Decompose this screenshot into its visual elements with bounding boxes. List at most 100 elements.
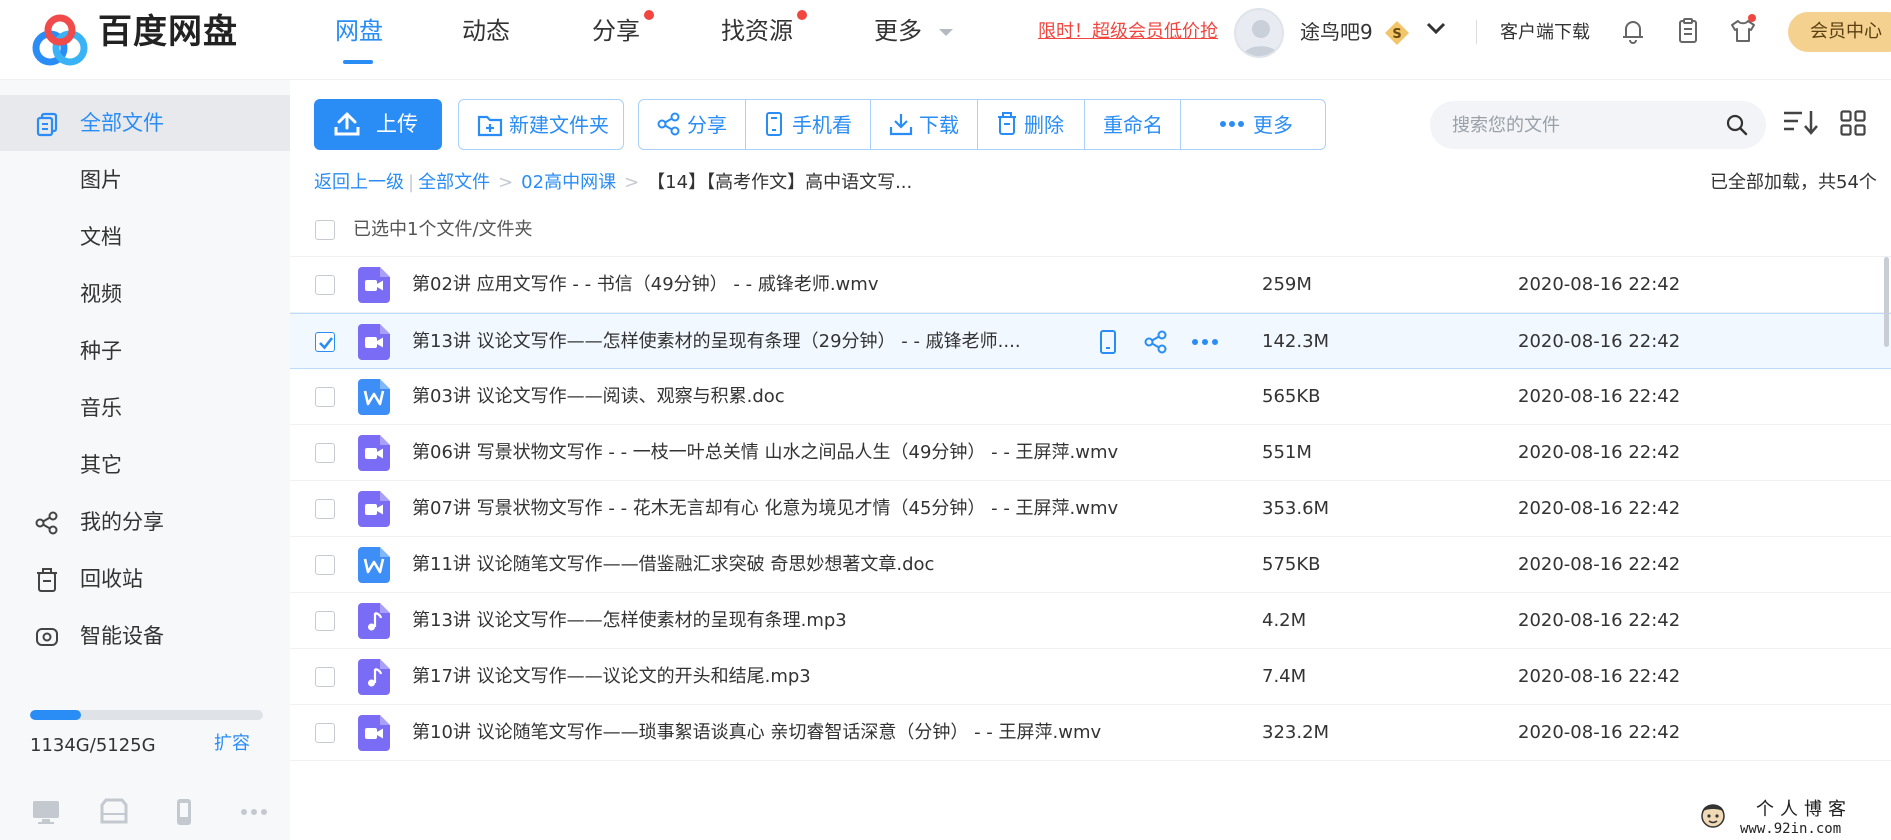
client-download-link[interactable]: 客户端下载 xyxy=(1500,20,1590,46)
nav-more-caret-icon[interactable] xyxy=(938,28,954,38)
file-size: 551M xyxy=(1262,442,1312,463)
search-icon[interactable] xyxy=(1726,114,1748,136)
table-row[interactable]: 第17讲 议论文写作——议论文的开头和结尾.mp3 7.4M 2020-08-16 … xyxy=(290,649,1891,705)
more-actions-button[interactable]: 更多 xyxy=(1181,100,1326,149)
share-button[interactable]: 分享 xyxy=(639,100,745,149)
list-scrollbar[interactable] xyxy=(1884,257,1889,347)
video-file-icon xyxy=(358,324,390,360)
sidebar-item-images[interactable]: 图片 xyxy=(0,152,290,208)
file-name[interactable]: 第11讲 议论随笔文写作——借鉴融汇求突破 奇思妙想著文章.doc xyxy=(412,552,934,578)
more-dots-icon[interactable] xyxy=(238,797,270,827)
audio-file-icon xyxy=(358,659,390,695)
bell-icon[interactable] xyxy=(1618,16,1648,46)
select-all-checkbox[interactable] xyxy=(315,220,335,240)
mobile-phone-icon[interactable] xyxy=(168,797,200,827)
row-more-icon[interactable] xyxy=(1191,338,1219,346)
username[interactable]: 途鸟吧9 xyxy=(1300,18,1373,46)
nav-share[interactable]: 分享 xyxy=(592,14,640,48)
row-checkbox[interactable] xyxy=(315,387,335,407)
computer-icon[interactable] xyxy=(30,797,62,827)
sort-icon[interactable] xyxy=(1782,108,1820,136)
row-checkbox[interactable] xyxy=(315,611,335,631)
watermark-title: 个人博客 xyxy=(1756,799,1852,820)
expand-storage-link[interactable]: 扩容 xyxy=(214,732,250,756)
nav-find-resources[interactable]: 找资源 xyxy=(721,14,793,48)
sidebar-item-label: 视频 xyxy=(80,282,122,306)
table-row[interactable]: 第10讲 议论随笔文写作——琐事絮语谈真心 亲切睿智话深意（分钟） - - 王屏… xyxy=(290,705,1891,761)
sidebar-item-torrents[interactable]: 种子 xyxy=(0,323,290,379)
table-row[interactable]: 第13讲 议论文写作——怎样使素材的呈现有条理（29分钟） - - 戚锋老师..… xyxy=(290,313,1891,369)
user-menu-chevron-icon[interactable] xyxy=(1426,22,1446,36)
vip-badge-letter: S xyxy=(1392,27,1401,42)
upload-button[interactable]: 上传 xyxy=(314,99,442,150)
file-date: 2020-08-16 22:42 xyxy=(1518,274,1681,295)
sidebar-item-others[interactable]: 其它 xyxy=(0,437,290,493)
row-share-icon[interactable] xyxy=(1143,329,1169,355)
sidebar-item-all-files[interactable]: 全部文件 xyxy=(0,95,290,151)
rename-button[interactable]: 重命名 xyxy=(1085,100,1180,149)
table-row[interactable]: 第06讲 写景状物文写作 - - 一枝一叶总关情 山水之间品人生（49分钟） -… xyxy=(290,425,1891,481)
storage-quota-bar xyxy=(30,710,263,720)
file-name[interactable]: 第13讲 议论文写作——怎样使素材的呈现有条理.mp3 xyxy=(412,608,847,634)
table-row[interactable]: 第07讲 写景状物文写作 - - 花木无言却有心 化意为境见才情（45分钟） -… xyxy=(290,481,1891,537)
word-document-icon xyxy=(358,379,390,415)
file-name[interactable]: 第06讲 写景状物文写作 - - 一枝一叶总关情 山水之间品人生（49分钟） -… xyxy=(412,440,1118,466)
table-row[interactable]: 第11讲 议论随笔文写作——借鉴融汇求突破 奇思妙想著文章.doc 575KB 20… xyxy=(290,537,1891,593)
grid-view-icon[interactable] xyxy=(1840,110,1866,136)
search-input[interactable] xyxy=(1450,111,1710,139)
new-folder-button[interactable]: 新建文件夹 xyxy=(458,99,624,150)
row-checkbox[interactable] xyxy=(315,555,335,575)
table-row[interactable]: 第03讲 议论文写作——阅读、观察与积累.doc 565KB 2020-08-16 … xyxy=(290,369,1891,425)
row-checkbox[interactable] xyxy=(315,723,335,743)
download-button[interactable]: 下载 xyxy=(871,100,977,149)
search-box xyxy=(1430,101,1766,149)
file-name[interactable]: 第07讲 写景状物文写作 - - 花木无言却有心 化意为境见才情（45分钟） -… xyxy=(412,496,1118,522)
download-icon xyxy=(889,114,913,136)
breadcrumb-current: 【14】【高考作文】高中语文写... xyxy=(647,172,913,193)
row-checkbox[interactable] xyxy=(315,667,335,687)
sidebar-item-label: 其它 xyxy=(80,453,122,477)
sidebar-item-documents[interactable]: 文档 xyxy=(0,209,290,265)
file-name[interactable]: 第13讲 议论文写作——怎样使素材的呈现有条理（29分钟） - - 戚锋老师..… xyxy=(412,329,1021,355)
sidebar-item-videos[interactable]: 视频 xyxy=(0,266,290,322)
file-name[interactable]: 第03讲 议论文写作——阅读、观察与积累.doc xyxy=(412,384,785,410)
phone-view-label: 手机看 xyxy=(792,113,852,137)
vip-badge-icon[interactable]: S xyxy=(1384,20,1410,46)
nav-more[interactable]: 更多 xyxy=(874,14,922,48)
breadcrumb-back-link[interactable]: 返回上一级 xyxy=(314,172,404,193)
nav-netdisk[interactable]: 网盘 xyxy=(335,14,383,48)
sidebar-item-music[interactable]: 音乐 xyxy=(0,380,290,436)
nav-activity[interactable]: 动态 xyxy=(462,14,510,48)
baidu-netdisk-logo-icon[interactable] xyxy=(28,8,92,72)
file-name[interactable]: 第02讲 应用文写作 - - 书信（49分钟） - - 戚锋老师.wmv xyxy=(412,272,878,298)
row-phone-icon[interactable] xyxy=(1098,329,1118,355)
row-checkbox[interactable] xyxy=(315,499,335,519)
member-center-button[interactable]: 会员中心 xyxy=(1788,12,1891,52)
sidebar-item-smart-devices[interactable]: 智能设备 xyxy=(0,608,290,664)
avatar[interactable] xyxy=(1234,8,1284,58)
breadcrumb-folder-link[interactable]: 02高中网课 xyxy=(521,172,616,193)
load-status: 已全部加载，共54个 xyxy=(1710,172,1877,193)
logo-text[interactable]: 百度网盘 xyxy=(98,12,238,52)
sidebar-item-recycle-bin[interactable]: 回收站 xyxy=(0,551,290,607)
sidebar-item-my-shares[interactable]: 我的分享 xyxy=(0,494,290,550)
hard-drive-icon[interactable] xyxy=(98,797,130,827)
delete-button[interactable]: 删除 xyxy=(978,100,1084,149)
table-row[interactable]: 第02讲 应用文写作 - - 书信（49分钟） - - 戚锋老师.wmv 259M… xyxy=(290,257,1891,313)
row-checkbox[interactable] xyxy=(315,443,335,463)
file-name[interactable]: 第10讲 议论随笔文写作——琐事絮语谈真心 亲切睿智话深意（分钟） - - 王屏… xyxy=(412,720,1101,746)
file-name[interactable]: 第17讲 议论文写作——议论文的开头和结尾.mp3 xyxy=(412,664,811,690)
download-label: 下载 xyxy=(919,113,959,137)
share-icon xyxy=(657,112,680,136)
checkmark-icon xyxy=(319,337,334,350)
clipboard-icon[interactable] xyxy=(1673,16,1703,46)
storage-quota-fill xyxy=(30,710,82,720)
row-checkbox[interactable] xyxy=(315,275,335,295)
table-row[interactable]: 第13讲 议论文写作——怎样使素材的呈现有条理.mp3 4.2M 2020-08-1… xyxy=(290,593,1891,649)
breadcrumb-all-files-link[interactable]: 全部文件 xyxy=(418,172,490,193)
promo-link[interactable]: 限时！超级会员低价抢 xyxy=(1038,20,1218,44)
row-checkbox[interactable] xyxy=(315,332,335,352)
file-date: 2020-08-16 22:42 xyxy=(1518,722,1681,743)
phone-view-button[interactable]: 手机看 xyxy=(746,100,870,149)
upload-icon xyxy=(334,112,360,136)
